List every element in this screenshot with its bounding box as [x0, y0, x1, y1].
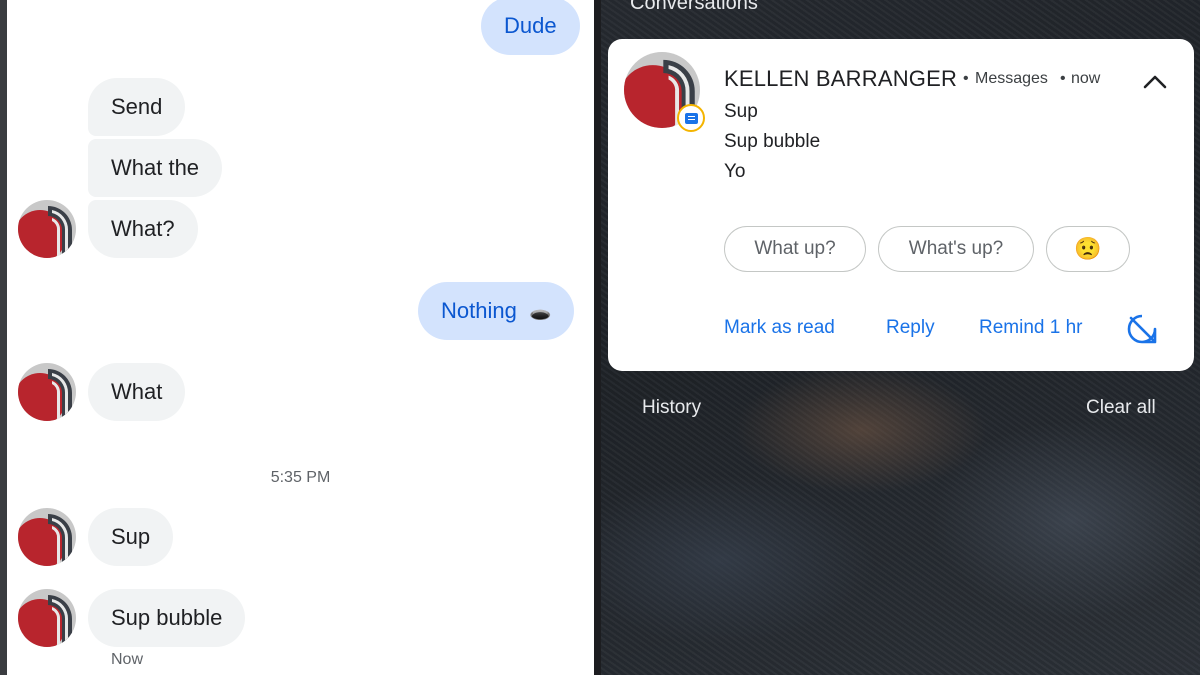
notification-message-line: Sup [724, 101, 758, 122]
message-text: What? [111, 216, 175, 241]
notification-time: now [1071, 70, 1101, 87]
notification-message-line: Yo [724, 161, 746, 182]
reply-button[interactable]: Reply [886, 317, 935, 339]
section-title: Conversations [630, 0, 758, 14]
notification-sender: KELLEN BARRANGER [724, 66, 958, 91]
history-button[interactable]: History [642, 397, 701, 419]
smart-reply-chip[interactable]: What's up? [878, 226, 1034, 272]
message-bubble-incoming[interactable]: What? [88, 200, 198, 258]
message-bubble-incoming[interactable]: Sup bubble [88, 589, 246, 647]
message-text: Sup [111, 524, 151, 549]
contact-avatar[interactable] [18, 363, 76, 421]
timestamp-divider: 5:35 PM [270, 469, 331, 486]
notification-message-line: Sup bubble [724, 131, 821, 152]
separator-dot: • [1060, 70, 1066, 87]
message-bubble-incoming[interactable]: What [88, 363, 186, 421]
message-text: Nothing [441, 298, 517, 323]
hole-emoji: 🕳️ [528, 302, 552, 322]
message-bubble-outgoing[interactable]: Dude [481, 0, 580, 55]
separator-dot: • [963, 70, 969, 87]
message-text: Dude [504, 13, 557, 38]
message-bubble-incoming[interactable]: What the [88, 139, 223, 197]
contact-avatar[interactable] [18, 200, 76, 258]
clear-all-button[interactable]: Clear all [1086, 397, 1156, 419]
contact-avatar[interactable] [18, 589, 76, 647]
message-bubble-incoming[interactable]: Send [88, 78, 186, 136]
message-bubble-outgoing[interactable]: Nothing 🕳️ [418, 282, 575, 340]
message-text: Sup bubble [111, 605, 223, 630]
mark-as-read-button[interactable]: Mark as read [724, 317, 835, 339]
message-text: Send [111, 94, 163, 119]
notification-shade: Conversations KELLEN BARRANGER • Message… [601, 0, 1200, 675]
message-text: What the [111, 155, 200, 180]
chevron-up-icon[interactable] [1143, 71, 1167, 91]
messages-app-icon [677, 104, 705, 132]
pane-divider [594, 0, 601, 675]
message-bubble-incoming[interactable]: Sup [88, 508, 174, 566]
notification-card[interactable]: KELLEN BARRANGER • Messages • now Sup Su… [608, 39, 1194, 371]
left-edge [0, 0, 7, 675]
contact-avatar[interactable] [18, 508, 76, 566]
message-status: Now [111, 651, 144, 668]
message-text: What [111, 379, 163, 404]
bubble-off-icon[interactable] [1125, 312, 1159, 346]
smart-reply-emoji-chip[interactable]: 😟 [1046, 226, 1130, 272]
remind-button[interactable]: Remind 1 hr [979, 317, 1083, 339]
smart-reply-chip[interactable]: What up? [724, 226, 866, 272]
chat-thread: Dude Send What the What? Nothing 🕳️ What… [7, 0, 594, 675]
notification-app-name: Messages [975, 70, 1048, 87]
